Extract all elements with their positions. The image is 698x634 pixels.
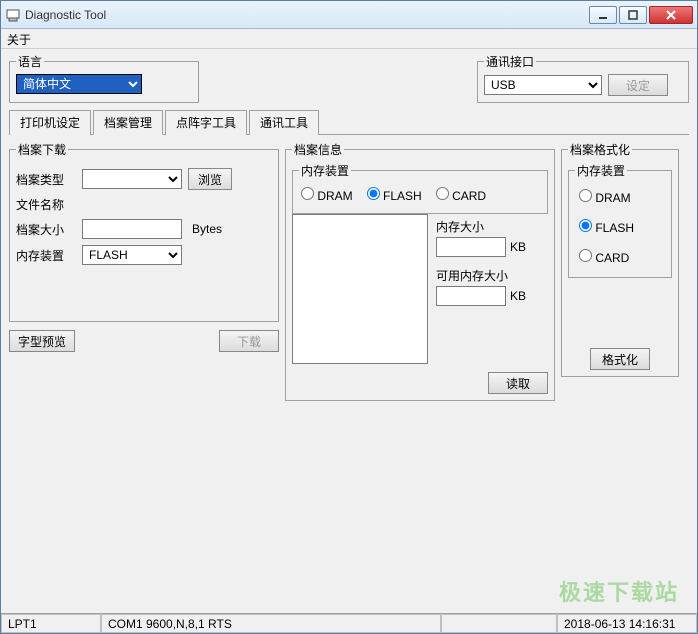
fmt-radio-dram[interactable]: DRAM [579,189,661,205]
tab-body: 档案下载 档案类型 浏览 文件名称 档案大小 Bytes [9,135,689,401]
radio-card[interactable]: CARD [436,187,486,203]
radio-dram[interactable]: DRAM [301,187,353,203]
read-button[interactable]: 读取 [488,372,548,394]
memsize-label: 内存大小 [436,218,548,235]
memsize-field[interactable] [436,237,506,257]
file-info-legend: 档案信息 [292,141,344,158]
minimize-button[interactable] [589,6,617,24]
comm-group: 通讯接口 USB 设定 [477,53,689,103]
memdev-select[interactable]: FLASH [82,245,182,265]
fmt-radio-flash[interactable]: FLASH [579,219,661,235]
status-datetime: 2018-06-13 14:16:31 [557,614,697,633]
filesize-field[interactable] [82,219,182,239]
tab-printer-settings[interactable]: 打印机设定 [9,110,91,135]
comm-select[interactable]: USB [484,75,602,95]
browse-button[interactable]: 浏览 [188,168,232,190]
filesize-unit: Bytes [192,222,222,236]
status-com: COM1 9600,N,8,1 RTS [101,614,441,633]
file-download-group: 档案下载 档案类型 浏览 文件名称 档案大小 Bytes [9,141,279,322]
format-button[interactable]: 格式化 [590,348,650,370]
filesize-label: 档案大小 [16,221,76,238]
window-title: Diagnostic Tool [25,8,589,22]
content-area: 语言 简体中文 通讯接口 USB 设定 打印机设定 档案管理 点阵字工具 通讯工… [1,49,697,401]
maximize-button[interactable] [619,6,647,24]
language-select[interactable]: 简体中文 [16,74,142,94]
download-button[interactable]: 下载 [219,330,279,352]
filetype-select[interactable] [82,169,182,189]
watermark: 极速下载站 [559,575,679,607]
status-port: LPT1 [1,614,101,633]
app-window: Diagnostic Tool 关于 语言 简体中文 通讯接口 USB [0,0,698,634]
menubar: 关于 [1,29,697,49]
file-format-group: 档案格式化 内存装置 DRAM FLASH CARD 格式化 [561,141,679,377]
file-listbox[interactable] [292,214,428,364]
memfree-field[interactable] [436,286,506,306]
file-info-group: 档案信息 内存装置 DRAM FLASH CARD 内存大小 [285,141,555,401]
statusbar: LPT1 COM1 9600,N,8,1 RTS 2018-06-13 14:1… [1,613,697,633]
file-format-mem-legend: 内存装置 [575,162,627,179]
memsize-unit: KB [510,240,526,254]
tab-bitmap-font-tool[interactable]: 点阵字工具 [165,110,247,135]
file-format-mem-group: 内存装置 DRAM FLASH CARD [568,162,672,278]
language-legend: 语言 [16,53,44,70]
window-buttons [589,6,693,24]
close-button[interactable] [649,6,693,24]
file-format-legend: 档案格式化 [568,141,632,158]
memdev-label: 内存装置 [16,247,76,264]
language-group: 语言 简体中文 [9,53,199,103]
filename-label: 文件名称 [16,196,76,213]
app-icon [5,7,21,23]
tab-file-management[interactable]: 档案管理 [93,110,163,135]
status-spacer [441,614,557,633]
comm-legend: 通讯接口 [484,53,536,70]
memfree-label: 可用内存大小 [436,267,548,284]
menu-about[interactable]: 关于 [7,33,31,47]
memfree-unit: KB [510,289,526,303]
comm-set-button[interactable]: 设定 [608,74,668,96]
fmt-radio-card[interactable]: CARD [579,249,661,265]
file-info-mem-legend: 内存装置 [299,162,351,179]
radio-flash[interactable]: FLASH [367,187,422,203]
tab-comm-tool[interactable]: 通讯工具 [249,110,319,135]
file-info-mem-group: 内存装置 DRAM FLASH CARD [292,162,548,214]
titlebar: Diagnostic Tool [1,1,697,29]
filetype-label: 档案类型 [16,171,76,188]
font-preview-button[interactable]: 字型预览 [9,330,75,352]
tabstrip: 打印机设定 档案管理 点阵字工具 通讯工具 [9,109,689,135]
file-download-legend: 档案下载 [16,141,68,158]
